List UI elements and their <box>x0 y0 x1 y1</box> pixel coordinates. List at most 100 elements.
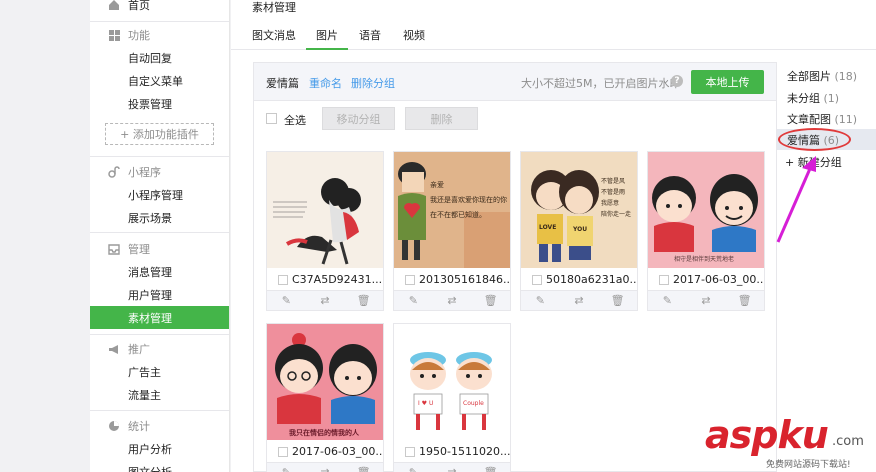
tab-articles[interactable]: 图文消息 <box>252 27 296 50</box>
image-caption: 2017-06-03_00... <box>648 269 764 290</box>
group-count: (1) <box>823 92 840 105</box>
sidebar-item-custom-menu[interactable]: 自定义菜单 <box>90 69 229 92</box>
watermark-logo: aspku <box>705 413 829 457</box>
left-gutter <box>0 0 90 472</box>
sidebar-section-promo: 推广 广告主 流量主 <box>90 338 229 406</box>
group-item-ungrouped[interactable]: 未分组 (1) <box>787 90 839 106</box>
image-caption: 2017-06-03_00... <box>267 441 383 462</box>
group-count: (18) <box>834 70 858 83</box>
select-all-label: 全选 <box>284 114 306 127</box>
current-group-name: 爱情篇 <box>266 77 299 90</box>
pie-chart-icon <box>108 420 120 432</box>
image-thumbnail[interactable]: 不管是风 不管是雨 我愿意 陪你走一走 LOVE YOU <box>521 152 637 268</box>
edit-icon[interactable]: ✎ <box>403 466 423 472</box>
image-checkbox[interactable] <box>405 446 415 457</box>
local-upload-button[interactable]: 本地上传 <box>691 70 764 94</box>
image-name: 2017-06-03_00... <box>292 445 383 458</box>
sidebar-item-users[interactable]: 用户管理 <box>90 283 229 306</box>
edit-icon[interactable]: ✎ <box>403 294 423 307</box>
sidebar-item-publisher[interactable]: 流量主 <box>90 383 229 406</box>
sidebar-features-label: 功能 <box>128 29 150 42</box>
edit-icon[interactable]: ✎ <box>530 294 550 307</box>
image-card[interactable]: 相守是相伴到天荒地老 2017-06-03_00... ✎ ⇄ 🗑 <box>647 151 765 311</box>
image-caption: 50180a6231a0... <box>521 269 637 290</box>
image-thumbnail[interactable]: 亲爱 我还是喜欢爱你现在的你 在不在都已知道。 <box>394 152 510 268</box>
thumbnail-caption-4: 相守是相伴到天荒地老 <box>674 256 735 263</box>
delete-group-link[interactable]: 删除分组 <box>351 75 395 91</box>
image-thumbnail[interactable]: I ♥ U Couple <box>394 324 510 440</box>
sidebar-item-materials[interactable]: 素材管理 <box>90 306 229 329</box>
image-checkbox[interactable] <box>405 274 415 285</box>
inbox-icon <box>108 243 120 255</box>
move-icon[interactable]: ⇄ <box>442 466 462 472</box>
delete-icon[interactable]: 🗑 <box>608 294 628 307</box>
move-icon[interactable]: ⇄ <box>315 294 335 307</box>
sidebar-divider <box>90 232 229 233</box>
delete-icon[interactable]: 🗑 <box>481 294 501 307</box>
image-card[interactable]: C37A5D92431... ✎ ⇄ 🗑 <box>266 151 384 311</box>
move-icon[interactable]: ⇄ <box>442 294 462 307</box>
image-actions: ✎ ⇄ 🗑 <box>648 290 764 310</box>
group-label: 未分组 <box>787 92 820 105</box>
sidebar-section-stats: 统计 用户分析 图文分析 <box>90 415 229 472</box>
group-item-article-images[interactable]: 文章配图 (11) <box>787 111 857 127</box>
delete-button[interactable]: 删除 <box>405 107 478 130</box>
sidebar-item-user-analysis[interactable]: 用户分析 <box>90 437 229 460</box>
delete-icon[interactable]: 🗑 <box>354 294 374 307</box>
sidebar-item-miniprogram-manage[interactable]: 小程序管理 <box>90 183 229 206</box>
sidebar-item-auto-reply[interactable]: 自动回复 <box>90 46 229 69</box>
sidebar-home[interactable]: 首页 <box>90 0 229 16</box>
sidebar: 首页 功能 自动回复 自定义菜单 投票管理 + 添加功能插件 小程序 小程序管理… <box>90 0 230 472</box>
add-plugin-button[interactable]: + 添加功能插件 <box>105 123 214 145</box>
sidebar-stats-label: 统计 <box>128 420 150 433</box>
delete-icon[interactable]: 🗑 <box>354 466 374 472</box>
sidebar-divider <box>90 334 229 335</box>
sidebar-item-article-analysis[interactable]: 图文分析 <box>90 460 229 472</box>
image-thumbnail[interactable] <box>267 152 383 268</box>
image-checkbox[interactable] <box>532 274 542 285</box>
edit-icon[interactable]: ✎ <box>657 294 677 307</box>
select-all-checkbox[interactable] <box>266 113 277 124</box>
thumbnail-caption-2: 亲爱 我还是喜欢爱你现在的你 在不在都已知道。 <box>430 181 507 219</box>
delete-icon[interactable]: 🗑 <box>481 466 501 472</box>
tab-video[interactable]: 视频 <box>403 27 425 50</box>
edit-icon[interactable]: ✎ <box>276 466 296 472</box>
sidebar-miniprogram-label: 小程序 <box>128 166 161 179</box>
thumbnail-shirt-love: LOVE <box>539 224 557 231</box>
image-thumbnail[interactable]: 我只在情侣的情我的人 <box>267 324 383 440</box>
tab-voice[interactable]: 语音 <box>359 27 381 50</box>
move-icon[interactable]: ⇄ <box>569 294 589 307</box>
image-card[interactable]: 亲爱 我还是喜欢爱你现在的你 在不在都已知道。 201305161846... … <box>393 151 511 311</box>
sidebar-item-showcase[interactable]: 展示场景 <box>90 206 229 229</box>
home-icon <box>108 0 120 11</box>
image-card[interactable]: 不管是风 不管是雨 我愿意 陪你走一走 LOVE YOU 50180a6231a… <box>520 151 638 311</box>
image-checkbox[interactable] <box>278 274 288 285</box>
page-title: 素材管理 <box>252 1 296 14</box>
group-item-all[interactable]: 全部图片 (18) <box>787 68 857 84</box>
move-group-button[interactable]: 移动分组 <box>322 107 395 130</box>
bulk-action-bar: 全选 移动分组 删除 <box>266 107 766 131</box>
tab-images[interactable]: 图片 <box>306 27 348 50</box>
delete-icon[interactable]: 🗑 <box>735 294 755 307</box>
edit-icon[interactable]: ✎ <box>276 294 296 307</box>
image-checkbox[interactable] <box>278 446 288 457</box>
rename-group-link[interactable]: 重命名 <box>309 75 342 91</box>
watermark-domain: .com <box>832 434 864 449</box>
image-thumbnail[interactable]: 相守是相伴到天荒地老 <box>648 152 764 268</box>
upload-hint: 大小不超过5M，已开启图片水印 <box>521 77 681 90</box>
image-actions: ✎ ⇄ 🗑 <box>267 290 383 310</box>
image-caption: C37A5D92431... <box>267 269 383 290</box>
move-icon[interactable]: ⇄ <box>315 466 335 472</box>
sidebar-item-vote[interactable]: 投票管理 <box>90 92 229 115</box>
image-card[interactable]: I ♥ U Couple 1950-1511020... ✎ ⇄ 🗑 <box>393 323 511 472</box>
image-name: 201305161846... <box>419 273 510 286</box>
watermark-subtitle: 免费网站源码下载站! <box>766 460 851 470</box>
sidebar-item-advertiser[interactable]: 广告主 <box>90 360 229 383</box>
image-name: 50180a6231a0... <box>546 273 637 286</box>
help-icon[interactable]: ? <box>671 75 683 87</box>
image-checkbox[interactable] <box>659 274 669 285</box>
miniprogram-icon <box>108 166 120 178</box>
sidebar-item-messages[interactable]: 消息管理 <box>90 260 229 283</box>
move-icon[interactable]: ⇄ <box>696 294 716 307</box>
image-card[interactable]: 我只在情侣的情我的人 2017-06-03_00... ✎ ⇄ 🗑 <box>266 323 384 472</box>
